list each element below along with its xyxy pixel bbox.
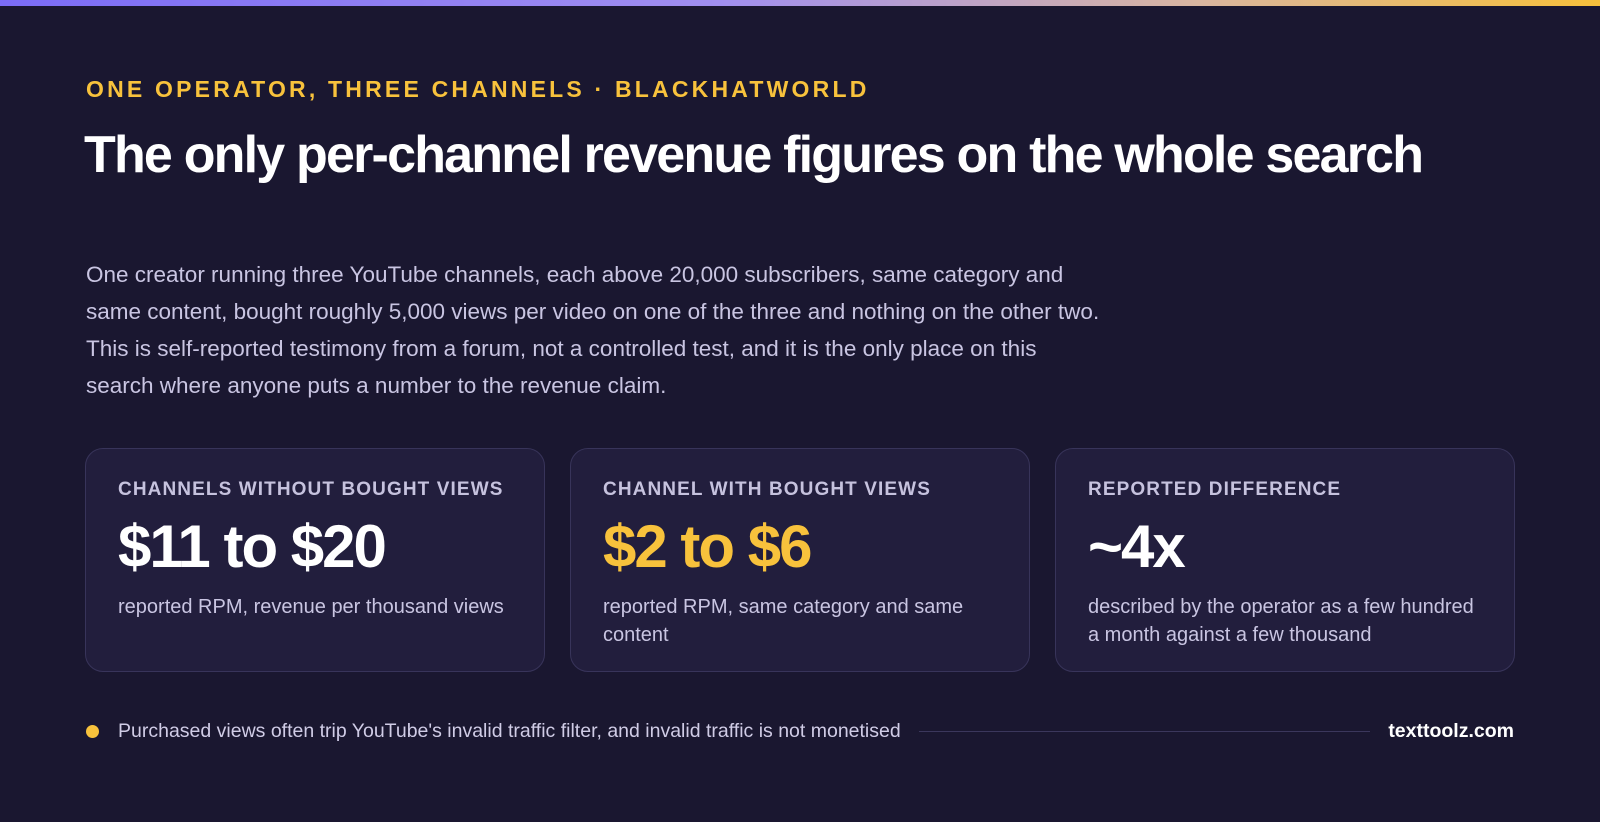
footer: Purchased views often trip YouTube's inv… [86,716,1514,746]
stat-card-description: described by the operator as a few hundr… [1088,596,1474,646]
lede-line: This is self-reported testimony from a f… [86,336,1037,361]
stat-card-reported-difference: REPORTED DIFFERENCE ~4x described by the… [1055,448,1515,672]
lede-line: same content, bought roughly 5,000 views… [86,299,1100,324]
footer-note: Purchased views often trip YouTube's inv… [118,719,901,742]
eyebrow-label: ONE OPERATOR, THREE CHANNELS · BLACKHATW… [86,76,870,102]
stat-card-description: reported RPM, same category and same con… [603,596,964,646]
stat-card-value: ~4x [1088,513,1186,580]
lede-line: One creator running three YouTube channe… [86,262,1064,287]
stat-card-with-bought-views: CHANNEL WITH BOUGHT VIEWS $2 to $6 repor… [570,448,1030,672]
top-gradient-bar [0,0,1600,6]
stat-card-value: $11 to $20 [118,513,387,580]
lede-line: search where anyone puts a number to the… [86,373,667,398]
bullet-dot-icon [86,724,99,738]
stat-card-without-bought-views: CHANNELS WITHOUT BOUGHT VIEWS $11 to $20… [85,448,545,672]
stat-card-value: $2 to $6 [603,513,812,580]
footer-divider [918,730,1371,732]
lede-paragraph: One creator running three YouTube channe… [86,256,1386,404]
brand-link[interactable]: texttoolz.com [1388,720,1514,743]
stat-card-label: REPORTED DIFFERENCE [1088,479,1342,500]
stat-card-label: CHANNEL WITH BOUGHT VIEWS [603,479,931,500]
stat-card-label: CHANNELS WITHOUT BOUGHT VIEWS [118,479,504,500]
stat-card-description: reported RPM, revenue per thousand views [118,596,504,618]
page-title: The only per-channel revenue figures on … [84,126,1424,184]
